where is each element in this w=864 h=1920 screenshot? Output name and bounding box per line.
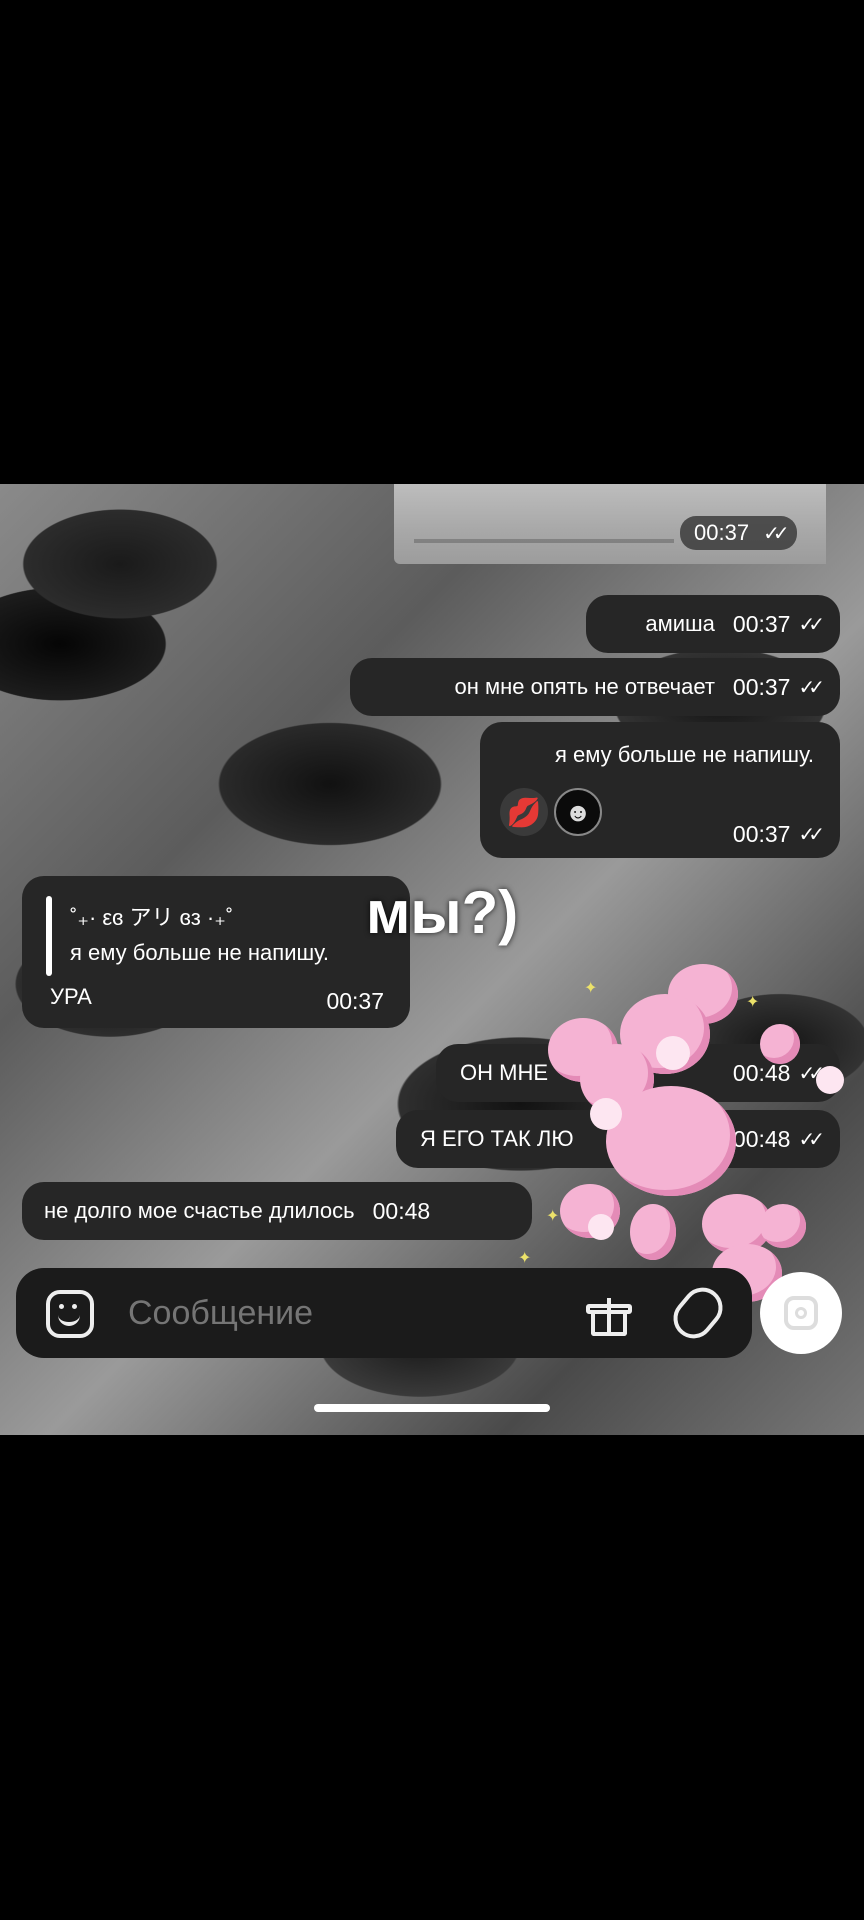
sparkle: ✦: [546, 1208, 560, 1225]
photo-message[interactable]: 00:37 ✓✓: [394, 484, 826, 564]
sticker-blob: [656, 1036, 690, 1070]
message-composer: [16, 1268, 752, 1358]
message-in-reply[interactable]: ˚₊· εɞ アリ ɞз ·₊˚ я ему больше не напишу.…: [22, 876, 410, 1028]
sticker-icon-smile: [58, 1312, 80, 1326]
home-indicator[interactable]: [314, 1404, 550, 1412]
sticker-blob: [588, 1214, 614, 1240]
double-check-icon: ✓✓: [798, 676, 824, 699]
double-check-icon: ✓✓: [798, 1062, 824, 1085]
gift-icon-ribbon: [607, 1298, 611, 1336]
emoji-row: 💋 ☻: [500, 788, 602, 836]
camera-lens: [795, 1307, 807, 1319]
sticker-blob: [590, 1098, 622, 1130]
message-out-1[interactable]: амиша 00:37 ✓✓: [586, 595, 840, 653]
sticker-blob: [816, 1066, 844, 1094]
sticker-icon-eye: [72, 1304, 77, 1309]
sticker-blob: [606, 1086, 736, 1196]
message-input[interactable]: [126, 1288, 550, 1338]
sticker-blob: [760, 1024, 800, 1064]
avatar-emoji: ☻: [554, 788, 602, 836]
message-in-2[interactable]: не долго мое счастье длилось 00:48: [22, 1182, 532, 1240]
camera-button[interactable]: [760, 1272, 842, 1354]
gift-icon[interactable]: [584, 1290, 634, 1338]
camera-icon: [784, 1296, 818, 1330]
sticker-blob: [630, 1204, 676, 1260]
message-out-3[interactable]: я ему больше не напишу. 💋 ☻ 00:37 ✓✓: [480, 722, 840, 858]
photo-time: 00:37 ✓✓: [680, 516, 797, 550]
double-check-icon: ✓✓: [798, 613, 824, 636]
reply-author: ˚₊· εɞ アリ ɞз ·₊˚: [70, 905, 234, 930]
message-out-2[interactable]: он мне опять не отвечает 00:37 ✓✓: [350, 658, 840, 716]
sparkle: ✦: [518, 1250, 532, 1267]
sticker-blob: [760, 1204, 806, 1248]
photo-detail: [414, 539, 674, 543]
message-meta: 00:37 ✓✓: [732, 821, 825, 847]
paperclip-icon[interactable]: [665, 1279, 731, 1347]
double-check-icon: ✓✓: [763, 522, 789, 545]
sparkle: ✦: [746, 994, 760, 1011]
message-time: 00:37: [326, 988, 384, 1014]
sticker-icon-eye: [59, 1304, 64, 1309]
double-check-icon: ✓✓: [798, 1128, 824, 1151]
double-check-icon: ✓✓: [798, 824, 824, 846]
message-text: УРА: [50, 984, 92, 1009]
reply-text: я ему больше не напишу.: [70, 940, 330, 965]
sparkle: ✦: [584, 980, 598, 997]
overlay-caption: мы?): [366, 879, 519, 946]
reply-bar: [46, 896, 52, 976]
lips-emoji: 💋: [500, 788, 548, 836]
reply-quote[interactable]: ˚₊· εɞ アリ ɞз ·₊˚ я ему больше не напишу.: [46, 896, 386, 976]
sticker-icon[interactable]: [46, 1290, 94, 1338]
